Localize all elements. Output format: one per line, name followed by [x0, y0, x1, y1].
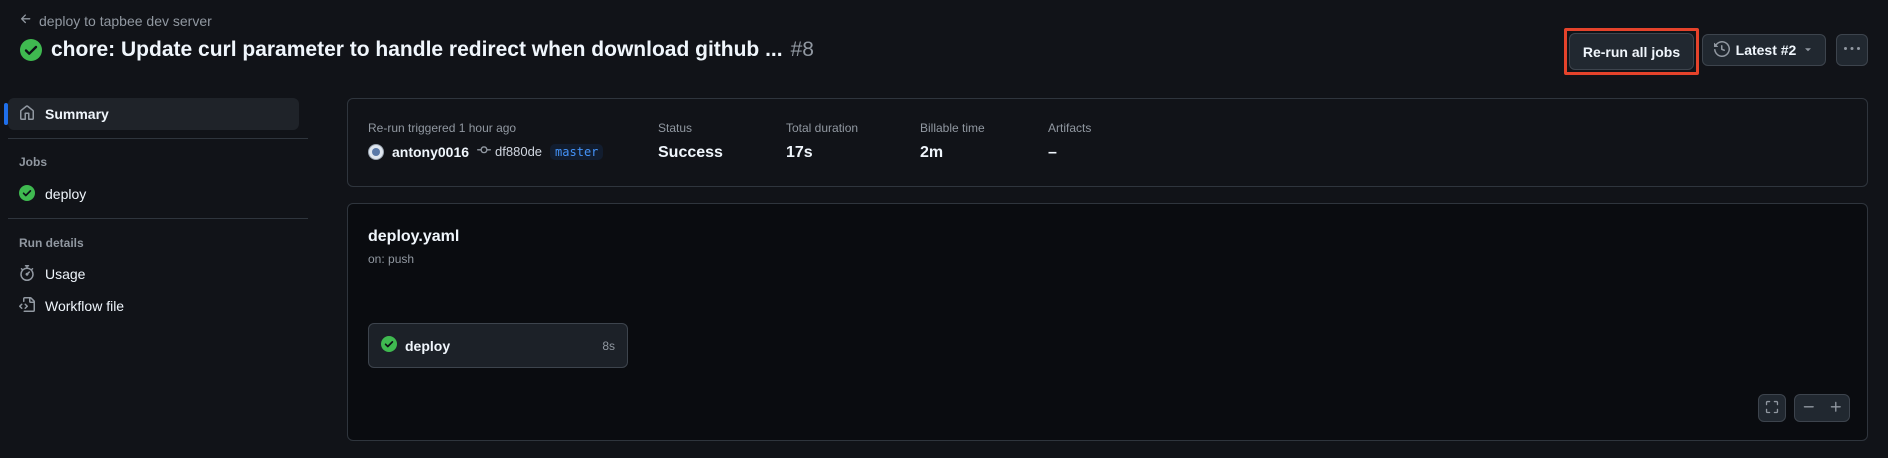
dash-icon [1802, 400, 1816, 417]
actor-row: antony0016 df880de master [368, 143, 604, 160]
file-code-icon [19, 296, 35, 316]
trigger-info: Re-run triggered 1 hour ago antony0016 d… [368, 121, 604, 160]
rerun-label: Re-run all jobs [1582, 43, 1681, 60]
branch-label[interactable]: master [550, 143, 604, 160]
job-duration: 8s [602, 338, 615, 353]
billable-value[interactable]: 2m [920, 144, 985, 162]
avatar[interactable] [368, 143, 384, 160]
success-check-icon [19, 184, 35, 204]
zoom-in-button[interactable] [1822, 395, 1849, 421]
artifacts-info: Artifacts – [1048, 121, 1091, 162]
run-title: chore: Update curl parameter to handle r… [51, 38, 783, 61]
back-link-label[interactable]: deploy to tapbee dev server [39, 13, 212, 29]
sidebar-divider [8, 138, 308, 139]
rerun-all-jobs-button[interactable]: Re-run all jobs [1569, 33, 1694, 70]
artifacts-value: – [1048, 144, 1057, 161]
zoom-out-button[interactable] [1795, 395, 1822, 421]
status-label: Status [658, 121, 693, 135]
success-check-icon [19, 38, 43, 62]
git-commit-icon [477, 143, 492, 160]
sidebar-item-label: deploy [45, 186, 87, 202]
sidebar-item-label: Usage [45, 266, 86, 282]
trigger-label: Re-run triggered 1 hour ago [368, 121, 517, 135]
workflow-graph-card: deploy.yaml on: push deploy 8s [347, 203, 1868, 441]
billable-info: Billable time 2m [920, 121, 985, 162]
kebab-horizontal-icon [1844, 41, 1860, 60]
zoom-controls [1794, 394, 1850, 422]
sidebar-item-deploy[interactable]: deploy [8, 178, 299, 210]
run-number: #8 [790, 38, 814, 61]
duration-info: Total duration 17s [786, 121, 858, 162]
fullscreen-button[interactable] [1758, 394, 1786, 422]
sidebar-item-workflow-file[interactable]: Workflow file [8, 290, 299, 322]
status-info: Status Success [658, 121, 723, 162]
home-icon [19, 104, 35, 124]
sidebar-item-usage[interactable]: Usage [8, 258, 299, 290]
workflow-run-page: deploy to tapbee dev server chore: Updat… [0, 0, 1888, 458]
page-title: chore: Update curl parameter to handle r… [19, 38, 814, 62]
active-indicator [4, 103, 8, 125]
duration-value: 17s [786, 144, 813, 161]
duration-label: Total duration [786, 121, 859, 135]
latest-attempt-button[interactable]: Latest #2 [1702, 34, 1826, 66]
status-value: Success [658, 144, 723, 161]
workflow-file-name: deploy.yaml [368, 228, 460, 245]
job-name: deploy [405, 337, 451, 354]
commit-sha: df880de [495, 144, 543, 159]
success-check-icon [381, 336, 397, 355]
sidebar-item-summary[interactable]: Summary [4, 98, 299, 130]
plus-icon [1829, 400, 1843, 417]
workflow-trigger: on: push [368, 252, 415, 266]
history-icon [1713, 40, 1730, 60]
actor-link[interactable]: antony0016 [392, 144, 469, 160]
sidebar-item-label: Summary [45, 106, 109, 122]
billable-label: Billable time [920, 121, 985, 135]
caret-down-icon [1802, 42, 1814, 58]
jobs-heading: Jobs [19, 155, 48, 169]
sidebar-divider [8, 218, 308, 219]
arrow-left-icon [19, 12, 33, 29]
run-details-heading: Run details [19, 236, 84, 250]
screen-full-icon [1765, 400, 1779, 417]
back-link[interactable]: deploy to tapbee dev server [19, 12, 212, 29]
stopwatch-icon [19, 264, 35, 284]
latest-label: Latest #2 [1735, 42, 1797, 58]
more-options-button[interactable] [1836, 34, 1868, 66]
artifacts-label: Artifacts [1048, 121, 1092, 135]
run-summary-card: Re-run triggered 1 hour ago antony0016 d… [347, 98, 1868, 187]
job-node-deploy[interactable]: deploy 8s [368, 323, 628, 368]
sidebar-item-label: Workflow file [45, 298, 125, 314]
commit-link[interactable]: df880de [477, 143, 542, 160]
